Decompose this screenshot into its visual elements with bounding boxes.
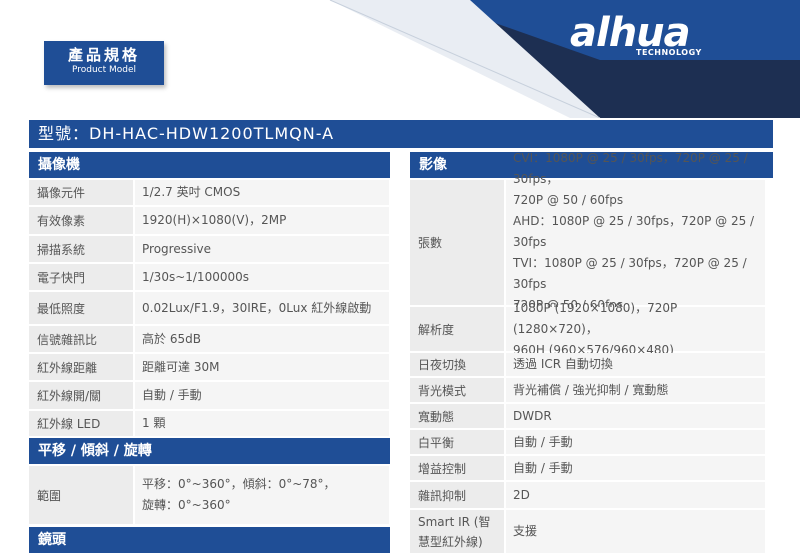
spec-label: 紅外線距離 — [29, 354, 133, 380]
spec-row: 信號雜訊比 高於 65dB — [29, 326, 389, 352]
spec-label: 張數 — [410, 180, 504, 305]
spec-value-line: 1080P (1920×1080)，720P (1280×720)， — [513, 300, 678, 336]
spec-label: 寬動態 — [410, 404, 504, 428]
spec-value: 平移：0°~360°，傾斜：0°~78°， 旋轉：0°~360° — [135, 466, 389, 524]
model-bar: 型號：DH-HAC-HDW1200TLMQN-A — [29, 120, 773, 148]
spec-value-line: 平移：0°~360°，傾斜：0°~78°， — [142, 477, 336, 491]
spec-label: 電子快門 — [29, 264, 133, 290]
spec-row: 雜訊抑制 2D — [410, 482, 765, 508]
product-model-tag: 產品規格 Product Model — [44, 41, 164, 85]
spec-value-line: 1/30s~1/100000s — [142, 269, 249, 284]
spec-value: 支援 — [506, 510, 765, 553]
spec-value: 1/2.7 英吋 CMOS — [135, 180, 389, 205]
spec-value: 自動 / 手動 — [506, 430, 765, 454]
spec-value: 背光補償 / 強光抑制 / 寬動態 — [506, 378, 765, 402]
spec-row: 背光模式 背光補償 / 強光抑制 / 寬動態 — [410, 378, 765, 402]
spec-label: 解析度 — [410, 307, 504, 351]
spec-value-line: 1/2.7 英吋 CMOS — [142, 185, 241, 199]
spec-row: 最低照度 0.02Lux/F1.9，30IRE，0Lux 紅外線啟動 — [29, 292, 389, 324]
spec-value: 1/30s~1/100000s — [135, 264, 389, 290]
spec-value: 2D — [506, 482, 765, 508]
spec-row: 紅外線開/關 自動 / 手動 — [29, 382, 389, 409]
spec-value-line: 1 顆 — [142, 416, 166, 430]
spec-value-line: 自動 / 手動 — [513, 460, 573, 475]
spec-value-line: 高於 65dB — [142, 331, 201, 346]
spec-row: 範圍 平移：0°~360°，傾斜：0°~78°， 旋轉：0°~360° — [29, 466, 389, 524]
section-camera-title: 攝像機 — [29, 152, 390, 178]
spec-label: Smart IR (智慧型紅外線) — [410, 510, 504, 553]
spec-label: 範圍 — [29, 466, 133, 524]
spec-value: Progressive — [135, 236, 389, 262]
spec-value: CVI：1080P @ 25 / 30fps，720P @ 25 / 30fps… — [506, 151, 765, 333]
tag-subtitle: Product Model — [71, 65, 137, 75]
spec-value-line: CVI：1080P @ 25 / 30fps，720P @ 25 / 30fps… — [513, 151, 748, 186]
spec-value: 自動 / 手動 — [506, 456, 765, 480]
spec-label: 紅外線 LED — [29, 411, 133, 436]
spec-label: 紅外線開/關 — [29, 382, 133, 409]
spec-row: 增益控制 自動 / 手動 — [410, 456, 765, 480]
spec-value: 0.02Lux/F1.9，30IRE，0Lux 紅外線啟動 — [135, 292, 389, 324]
spec-value-line: 720P @ 50 / 60fps — [513, 193, 624, 207]
spec-label: 增益控制 — [410, 456, 504, 480]
spec-value-line: 自動 / 手動 — [142, 388, 202, 402]
spec-label: 白平衡 — [410, 430, 504, 454]
spec-value: 1 顆 — [135, 411, 389, 436]
tag-title: 產品規格 — [67, 46, 140, 64]
spec-value-line: DWDR — [513, 408, 552, 423]
header-banner: 產品規格 Product Model alhua TECHNOLOGY — [0, 0, 800, 118]
spec-row: 有效像素 1920(H)×1080(V)，2MP — [29, 207, 389, 234]
spec-label: 信號雜訊比 — [29, 326, 133, 352]
spec-value-line: 支援 — [513, 524, 538, 538]
spec-label: 掃描系統 — [29, 236, 133, 262]
spec-value: 1080P (1920×1080)，720P (1280×720)， 960H (… — [506, 301, 765, 357]
spec-value-line: 2D — [513, 487, 530, 502]
spec-value: 自動 / 手動 — [135, 382, 389, 409]
spec-label: 最低照度 — [29, 292, 133, 324]
spec-label: 攝像元件 — [29, 180, 133, 205]
spec-value-line: 1920(H)×1080(V)，2MP — [142, 213, 287, 227]
spec-row: 紅外線 LED 1 顆 — [29, 411, 389, 436]
dahua-logo: alhua TECHNOLOGY — [570, 12, 701, 57]
spec-value-line: 0.02Lux/F1.9，30IRE，0Lux 紅外線啟動 — [142, 300, 372, 315]
spec-value-line: 距離可達 30M — [142, 359, 220, 374]
spec-row: 日夜切換 透過 ICR 自動切換 — [410, 353, 765, 376]
section-lens-title: 鏡頭 — [29, 527, 390, 553]
spec-row: 白平衡 自動 / 手動 — [410, 430, 765, 454]
spec-value: 1920(H)×1080(V)，2MP — [135, 207, 389, 234]
spec-row: 寬動態 DWDR — [410, 404, 765, 428]
spec-label: 背光模式 — [410, 378, 504, 402]
spec-value: 透過 ICR 自動切換 — [506, 353, 765, 376]
spec-value: DWDR — [506, 404, 765, 428]
spec-label: 有效像素 — [29, 207, 133, 234]
spec-row: 掃描系統 Progressive — [29, 236, 389, 262]
spec-value: 高於 65dB — [135, 326, 389, 352]
spec-value-line: 旋轉：0°~360° — [142, 498, 231, 512]
spec-label: 日夜切換 — [410, 353, 504, 376]
spec-row: 電子快門 1/30s~1/100000s — [29, 264, 389, 290]
spec-row: Smart IR (智慧型紅外線) 支援 — [410, 510, 765, 553]
section-ptz-title: 平移 / 傾斜 / 旋轉 — [29, 438, 390, 464]
spec-row: 紅外線距離 距離可達 30M — [29, 354, 389, 380]
spec-value-line: TVI：1080P @ 25 / 30fps，720P @ 25 / 30fps — [513, 256, 747, 291]
logo-subtext: TECHNOLOGY — [636, 48, 702, 57]
spec-value: 距離可達 30M — [135, 354, 389, 380]
spec-row: 解析度 1080P (1920×1080)，720P (1280×720)， 960… — [410, 301, 765, 357]
spec-value-line: 自動 / 手動 — [513, 434, 573, 449]
spec-value-line: AHD：1080P @ 25 / 30fps，720P @ 25 / 30fps — [513, 214, 755, 249]
spec-value-line: 背光補償 / 強光抑制 / 寬動態 — [513, 382, 669, 397]
spec-row: 攝像元件 1/2.7 英吋 CMOS — [29, 180, 389, 205]
spec-row: 張數 CVI：1080P @ 25 / 30fps，720P @ 25 / 30f… — [410, 151, 765, 333]
spec-label: 雜訊抑制 — [410, 482, 504, 508]
spec-value-line: Progressive — [142, 241, 212, 256]
spec-value-line: 透過 ICR 自動切換 — [513, 357, 613, 371]
